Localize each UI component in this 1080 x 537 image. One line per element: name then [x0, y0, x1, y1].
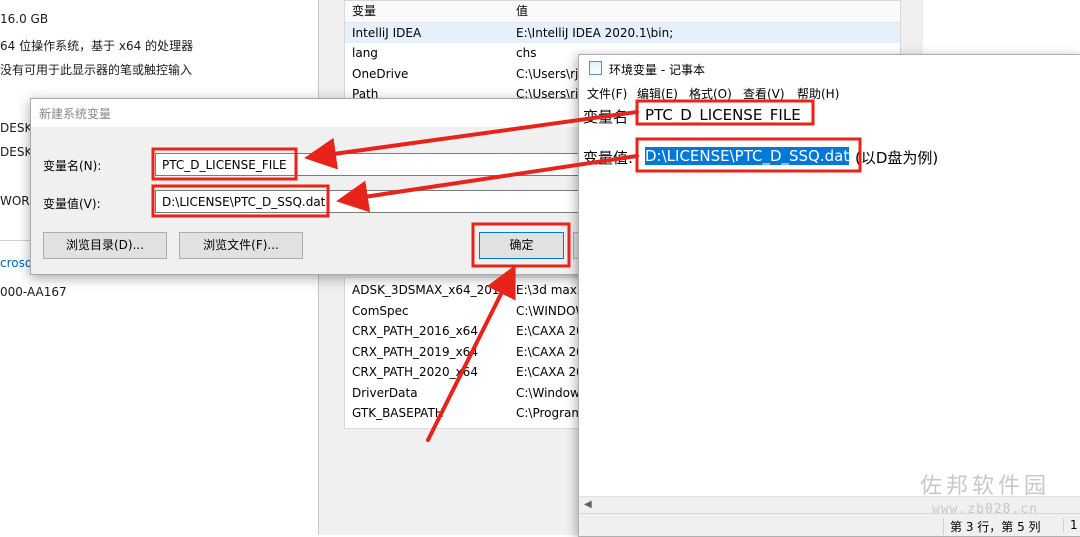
menu-view[interactable]: 查看(V): [743, 85, 785, 102]
variable-name-cell: OneDrive: [352, 66, 409, 81]
column-header-name[interactable]: 变量: [352, 1, 376, 22]
variable-name-cell: CRX_PATH_2016_x64: [352, 324, 478, 338]
table-row[interactable]: IntelliJ IDEA E:\IntelliJ IDEA 2020.1\bin…: [345, 22, 900, 43]
browse-file-button[interactable]: 浏览文件(F)...: [179, 232, 303, 259]
menu-file[interactable]: 文件(F): [587, 85, 627, 102]
notepad-titlebar[interactable]: 环境变量 - 记事本: [579, 55, 1080, 81]
menu-help[interactable]: 帮助(H): [797, 85, 839, 102]
variable-name-cell: DriverData: [352, 385, 418, 400]
dialog-title: 新建系统变量: [39, 107, 112, 121]
column-header-value[interactable]: 值: [516, 1, 528, 22]
variable-name-cell: CRX_PATH_2020_x64: [352, 365, 478, 379]
system-info-line: croso: [0, 256, 33, 270]
watermark-title: 佐邦软件园: [919, 474, 1050, 499]
variable-value-cell: C:\Program: [516, 406, 584, 420]
notepad-window: 环境变量 - 记事本 文件(F) 编辑(E) 格式(O) 查看(V) 帮助(H)…: [578, 54, 1080, 537]
system-info-line: 000-AA167: [0, 285, 67, 299]
line2-selected-value: D:\LICENSE\PTC_D_SSQ.dat: [645, 147, 850, 165]
variable-value-cell: E:\IntelliJ IDEA 2020.1\bin;: [516, 25, 674, 40]
variable-name-input[interactable]: PTC_D_LICENSE_FILE: [155, 153, 635, 176]
system-info-line: DESK: [0, 121, 33, 135]
new-system-variable-dialog: 新建系统变量 变量名(N): PTC_D_LICENSE_FILE 变量值(V)…: [30, 98, 658, 275]
variable-name-cell: ComSpec: [352, 303, 409, 318]
variable-name-cell: IntelliJ IDEA: [352, 25, 422, 40]
scroll-left-icon[interactable]: ◀: [584, 499, 592, 510]
system-info-line: 64 位操作系统，基于 x64 的处理器: [0, 39, 194, 53]
variable-name-cell: GTK_BASEPATH: [352, 406, 444, 420]
line2-label: 变量值:: [583, 149, 634, 167]
variable-name-cell: CRX_PATH_2019_x64: [352, 344, 478, 359]
system-info-line: WOR: [0, 194, 30, 208]
notepad-title: 环境变量 - 记事本: [609, 63, 705, 77]
system-info-line: 没有可用于此显示器的笔或触控输入: [0, 63, 193, 77]
watermark: 佐邦软件园 www.zb028.cn: [910, 468, 1060, 517]
notepad-icon: [589, 61, 602, 75]
variable-value-cell: E:\CAXA 20: [516, 365, 584, 379]
line1-label: 变量名: [583, 108, 629, 126]
variable-value-cell: E:\CAXA 20: [516, 324, 584, 338]
variable-value-cell: C:\Users\rjz: [516, 66, 585, 81]
variable-name-cell: lang: [352, 46, 378, 60]
variable-value-label: 变量值(V):: [43, 197, 101, 211]
line1-value: PTC_D_LICENSE_FILE: [645, 106, 801, 124]
cursor-position: 第 3 行，第 5 列: [943, 518, 1041, 535]
variable-name-cell: ADSK_3DSMAX_x64_2018: [352, 283, 508, 297]
variable-value-cell: C:\Windows: [516, 385, 587, 400]
dialog-titlebar[interactable]: 新建系统变量: [31, 99, 611, 127]
variable-value-cell: chs: [516, 46, 537, 60]
system-info-line: 16.0 GB: [0, 12, 49, 26]
variable-value-cell: C:\WINDOW: [516, 303, 588, 318]
line2-note: (以D盘为例): [855, 149, 939, 167]
table-header: 变量 值: [345, 1, 900, 23]
system-info-line: DESK: [0, 145, 33, 159]
menu-format[interactable]: 格式(O): [689, 85, 732, 102]
browse-directory-button[interactable]: 浏览目录(D)...: [43, 232, 167, 259]
variable-value-input[interactable]: D:\LICENSE\PTC_D_SSQ.dat: [155, 190, 635, 213]
ok-button[interactable]: 确定: [479, 232, 564, 259]
watermark-url: www.zb028.cn: [932, 502, 1038, 517]
notepad-menubar: 文件(F) 编辑(E) 格式(O) 查看(V) 帮助(H): [579, 82, 1080, 102]
status-extra: 1: [1063, 518, 1078, 532]
variable-value-cell: E:\CAXA 20: [516, 344, 584, 359]
variable-name-label: 变量名(N):: [43, 159, 102, 173]
menu-edit[interactable]: 编辑(E): [637, 85, 678, 102]
divider: [0, 240, 30, 241]
